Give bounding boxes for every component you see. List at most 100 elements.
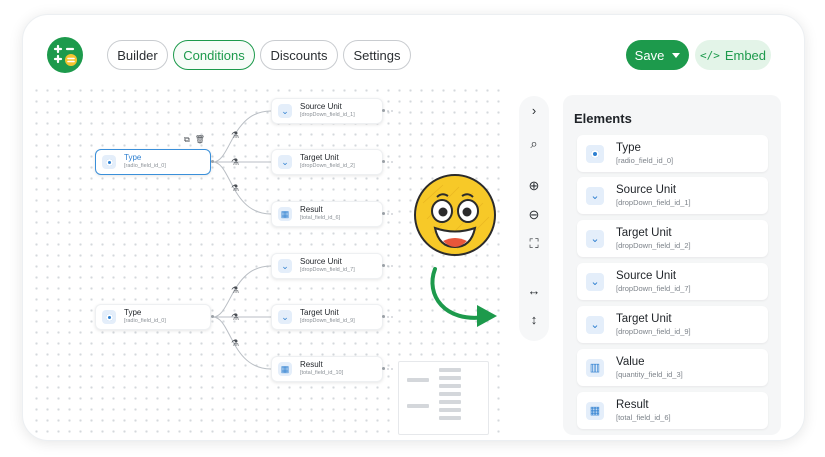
save-button[interactable]: Save [626, 40, 689, 70]
vertical-layout-icon[interactable]: ↕ [519, 306, 549, 332]
calculator-icon: ▦ [278, 362, 292, 376]
chevron-down-icon: ⌄ [278, 259, 292, 273]
node-name: Type [124, 153, 142, 163]
chevron-down-icon: ⌄ [586, 272, 604, 291]
node-id: [dropDown_field_id_2] [300, 163, 355, 170]
element-id: [quantity_field_id_3] [616, 370, 683, 380]
quantity-icon: ▥ [586, 358, 604, 377]
minimap-node [439, 416, 461, 420]
element-name: Source Unit [616, 183, 677, 196]
flow-node[interactable]: Type [radio_field_id_0] [95, 304, 211, 330]
element-name: Source Unit [616, 269, 677, 282]
flow-node[interactable]: ⌄ Target Unit [dropDown_field_id_9] [271, 304, 383, 330]
node-id: [radio_field_id_0] [124, 163, 166, 170]
node-id: [total_field_id_6] [300, 215, 341, 222]
condition-flask-icon[interactable]: ⚗ [230, 183, 240, 194]
chevron-down-icon: ⌄ [586, 229, 604, 248]
chevron-down-icon: ⌄ [278, 104, 292, 118]
caret-down-icon [672, 52, 681, 58]
minimap-node [439, 400, 461, 404]
tab-conditions[interactable]: Conditions [173, 40, 255, 70]
element-item[interactable]: Type [radio_field_id_0] [577, 135, 768, 172]
tab-discounts[interactable]: Discounts [260, 40, 338, 70]
element-item[interactable]: ⌄ Source Unit [dropDown_field_id_7] [577, 263, 768, 300]
collapse-chevron-icon[interactable]: › [519, 97, 549, 123]
node-id: [dropDown_field_id_1] [300, 112, 355, 119]
elements-panel: Elements Type [radio_field_id_0] ⌄ Source… [563, 95, 781, 435]
condition-flask-icon[interactable]: ⚗ [230, 285, 240, 296]
minimap-node [407, 404, 429, 408]
curved-arrow-icon [430, 267, 497, 327]
chevron-down-icon: ⌄ [278, 155, 292, 169]
calculator-icon: ▦ [586, 401, 604, 420]
flow-canvas[interactable]: ⧉ 🗑 Type [radio_field_id_0] ⌄ Source Unit… [31, 85, 503, 435]
horizontal-layout-icon[interactable]: ↔ [519, 277, 549, 303]
code-icon: </> [699, 48, 720, 62]
flow-node[interactable]: ⌄ Source Unit [dropDown_field_id_7] [271, 253, 383, 279]
calculator-logo-icon [47, 37, 83, 73]
output-port[interactable] [382, 264, 385, 267]
output-port[interactable] [211, 160, 214, 163]
node-name: Result [300, 205, 323, 215]
element-item[interactable]: ⌄ Source Unit [dropDown_field_id_1] [577, 177, 768, 214]
condition-flask-icon[interactable]: ⚗ [230, 312, 240, 323]
element-name: Value [616, 355, 645, 368]
minimap-node [407, 378, 429, 382]
flow-node[interactable]: ⌄ Target Unit [dropDown_field_id_2] [271, 149, 383, 175]
output-port[interactable] [382, 212, 385, 215]
element-id: [radio_field_id_0] [616, 156, 674, 166]
node-id: [total_field_id_10] [300, 370, 344, 377]
output-port[interactable] [382, 315, 385, 318]
output-port[interactable] [211, 315, 214, 318]
tab-builder[interactable]: Builder [107, 40, 168, 70]
condition-flask-icon[interactable]: ⚗ [230, 130, 240, 141]
minimap[interactable] [398, 361, 489, 435]
embed-button[interactable]: </> Embed [695, 40, 771, 70]
radio-icon [102, 310, 116, 324]
element-id: [dropDown_field_id_7] [616, 284, 691, 294]
output-port[interactable] [382, 367, 385, 370]
minimap-node [439, 408, 461, 412]
search-icon[interactable]: ⌕ [519, 131, 549, 157]
element-name: Target Unit [616, 226, 672, 239]
node-name: Source Unit [300, 257, 342, 267]
node-name: Result [300, 360, 323, 370]
tab-settings[interactable]: Settings [343, 40, 411, 70]
element-name: Result [616, 398, 649, 411]
calculator-icon: ▦ [278, 207, 292, 221]
element-item[interactable]: ▦ Result [total_field_id_6] [577, 392, 768, 429]
condition-flask-icon[interactable]: ⚗ [230, 338, 240, 349]
duplicate-icon[interactable]: ⧉ [184, 135, 190, 145]
output-port[interactable] [382, 109, 385, 112]
flow-node[interactable]: ⌄ Source Unit [dropDown_field_id_1] [271, 98, 383, 124]
flow-node[interactable]: Type [radio_field_id_0] [95, 149, 211, 175]
smiley-emoji-icon [414, 174, 496, 256]
element-item[interactable]: ⌄ Target Unit [dropDown_field_id_2] [577, 220, 768, 257]
radio-icon [586, 144, 604, 163]
node-name: Target Unit [300, 153, 339, 163]
app-window: Builder Conditions Discounts Settings Sa… [22, 14, 805, 441]
output-port[interactable] [382, 160, 385, 163]
chevron-down-icon: ⌄ [586, 315, 604, 334]
element-name: Type [616, 141, 641, 154]
chevron-down-icon: ⌄ [278, 310, 292, 324]
trash-icon[interactable]: 🗑 [195, 135, 205, 145]
zoom-out-icon[interactable]: ⊖ [519, 202, 549, 228]
element-item[interactable]: ▥ Value [quantity_field_id_3] [577, 349, 768, 386]
zoom-in-icon[interactable]: ⊕ [519, 173, 549, 199]
flow-node[interactable]: ▦ Result [total_field_id_10] [271, 356, 383, 382]
flow-node[interactable]: ▦ Result [total_field_id_6] [271, 201, 383, 227]
minimap-node [439, 368, 461, 372]
element-id: [dropDown_field_id_2] [616, 241, 691, 251]
condition-flask-icon[interactable]: ⚗ [230, 157, 240, 168]
embed-label: Embed [724, 47, 767, 63]
chevron-down-icon: ⌄ [586, 186, 604, 205]
save-label: Save [634, 47, 665, 63]
element-id: [total_field_id_6] [616, 413, 671, 423]
node-id: [dropDown_field_id_9] [300, 318, 355, 325]
fit-view-icon[interactable]: ⛶ [519, 231, 549, 257]
minimap-node [439, 376, 461, 380]
node-id: [radio_field_id_0] [124, 318, 166, 325]
node-toolbar: ⧉ 🗑 [184, 135, 205, 145]
element-item[interactable]: ⌄ Target Unit [dropDown_field_id_9] [577, 306, 768, 343]
